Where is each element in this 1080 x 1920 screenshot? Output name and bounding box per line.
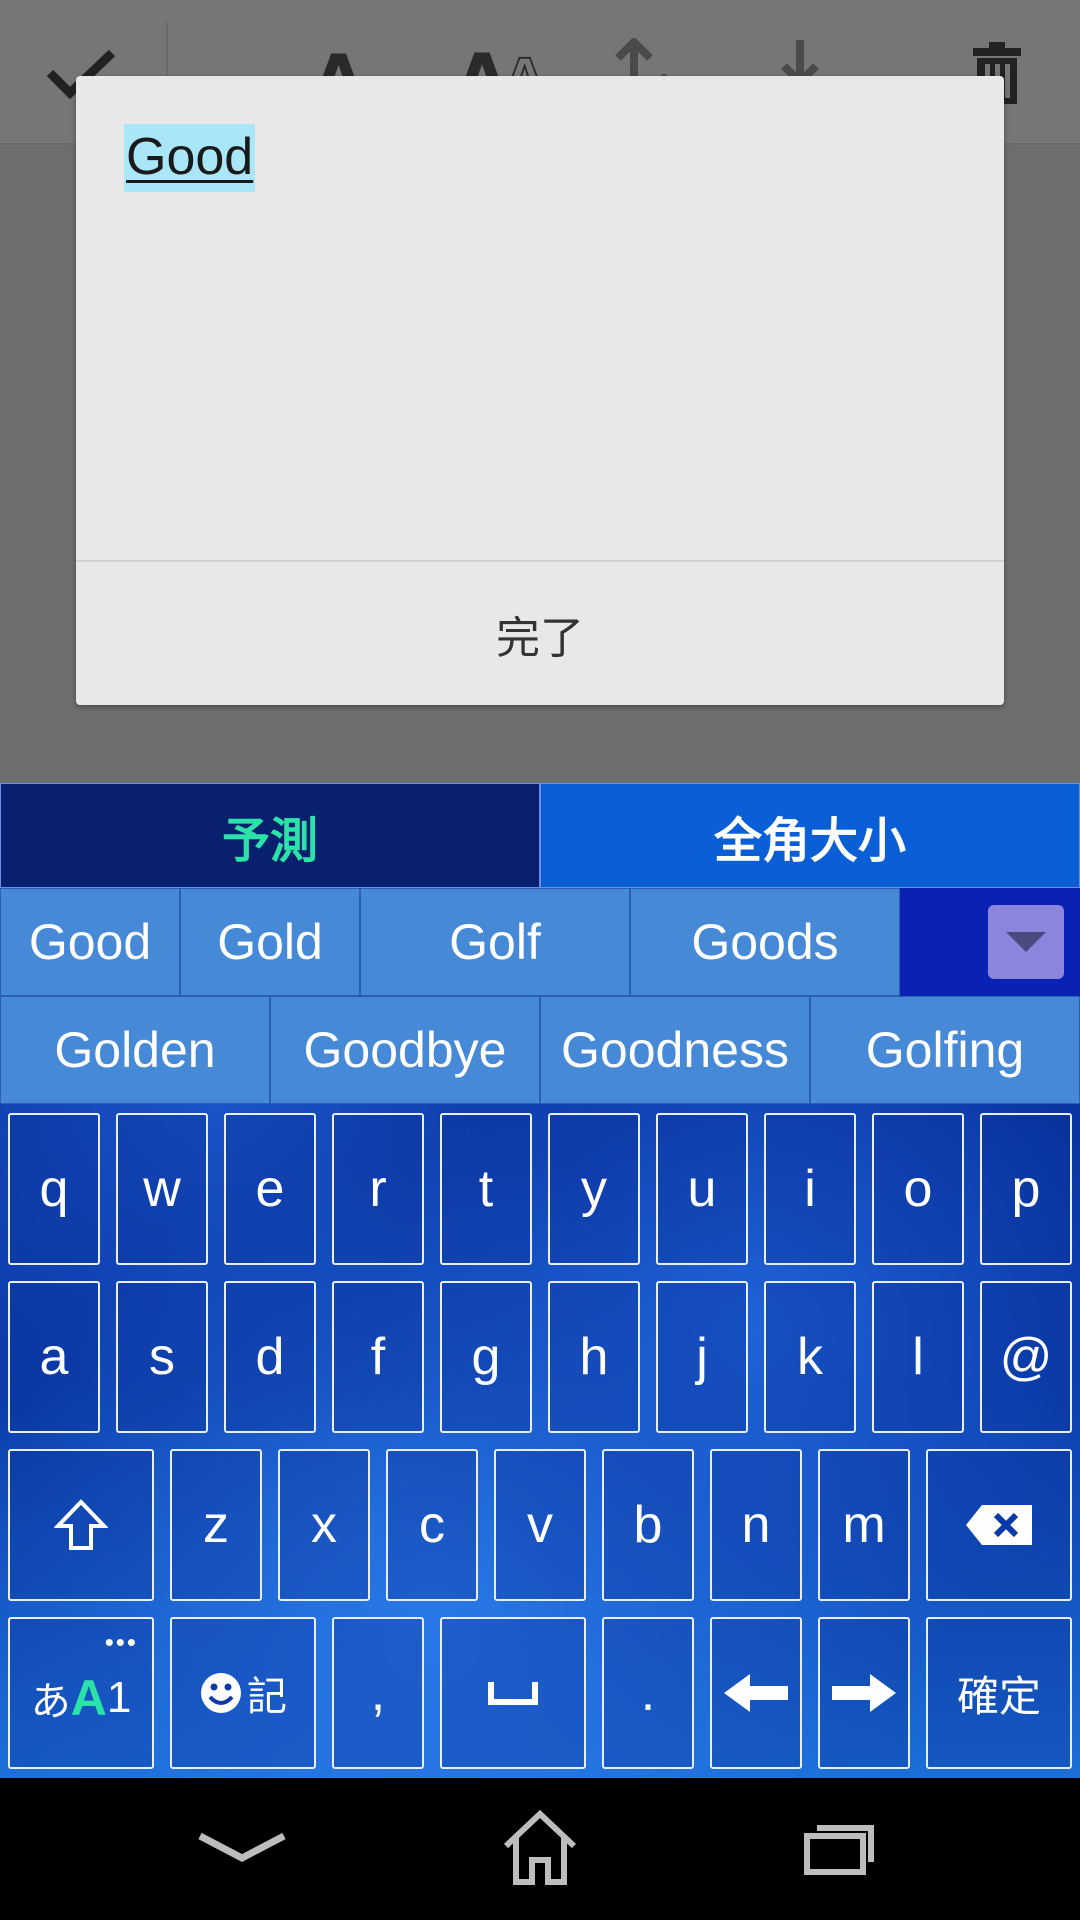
key-r[interactable]: r xyxy=(332,1113,424,1265)
candidate-expand-area xyxy=(900,888,1080,996)
key-a[interactable]: a xyxy=(8,1281,100,1433)
key-p[interactable]: p xyxy=(980,1113,1072,1265)
key-f[interactable]: f xyxy=(332,1281,424,1433)
recent-apps-icon[interactable] xyxy=(780,1798,900,1898)
home-icon[interactable] xyxy=(480,1798,600,1898)
key-m[interactable]: m xyxy=(818,1449,910,1601)
smiley-icon xyxy=(201,1673,241,1713)
backspace-icon xyxy=(966,1505,1032,1545)
key-e[interactable]: e xyxy=(224,1113,316,1265)
arrow-left-icon xyxy=(724,1674,788,1712)
key-s[interactable]: s xyxy=(116,1281,208,1433)
key-o[interactable]: o xyxy=(872,1113,964,1265)
key-j[interactable]: j xyxy=(656,1281,748,1433)
space-icon xyxy=(488,1682,538,1705)
candidate-item[interactable]: Goodness xyxy=(540,996,810,1104)
cursor-left-key[interactable] xyxy=(710,1617,802,1769)
backspace-key[interactable] xyxy=(926,1449,1072,1601)
mode-number-label: 1 xyxy=(106,1673,132,1722)
candidate-item[interactable]: Goodbye xyxy=(270,996,540,1104)
cursor-right-key[interactable] xyxy=(818,1617,910,1769)
expand-candidates-button[interactable] xyxy=(988,905,1064,979)
key-b[interactable]: b xyxy=(602,1449,694,1601)
key-q[interactable]: q xyxy=(8,1113,100,1265)
candidate-item[interactable]: Golfing xyxy=(810,996,1080,1104)
key-k[interactable]: k xyxy=(764,1281,856,1433)
comma-key[interactable]: , xyxy=(332,1617,424,1769)
mode-hiragana-label: あ xyxy=(30,1680,71,1724)
candidate-item[interactable]: Gold xyxy=(180,888,360,996)
done-button[interactable]: 完了 xyxy=(76,562,1004,705)
key-u[interactable]: u xyxy=(656,1113,748,1265)
candidate-item[interactable]: Good xyxy=(0,888,180,996)
emoji-symbol-key[interactable]: 記 xyxy=(170,1617,316,1769)
key-x[interactable]: x xyxy=(278,1449,370,1601)
key-l[interactable]: l xyxy=(872,1281,964,1433)
period-key[interactable]: . xyxy=(602,1617,694,1769)
dialog-text-input[interactable]: Good xyxy=(124,124,256,192)
key-z[interactable]: z xyxy=(170,1449,262,1601)
text-edit-dialog: Good 完了 xyxy=(76,76,1004,705)
back-icon[interactable] xyxy=(182,1798,302,1898)
system-nav-bar xyxy=(0,1778,1080,1920)
arrow-right-icon xyxy=(832,1674,896,1712)
key-t[interactable]: t xyxy=(440,1113,532,1265)
key-at[interactable]: @ xyxy=(980,1281,1072,1433)
candidate-item[interactable]: Golf xyxy=(360,888,630,996)
candidate-row-1: Good Gold Golf Goods xyxy=(0,888,1080,996)
input-mode-key[interactable]: あ A 1 ••• xyxy=(8,1617,154,1769)
key-i[interactable]: i xyxy=(764,1113,856,1265)
key-n[interactable]: n xyxy=(710,1449,802,1601)
candidate-item[interactable]: Goods xyxy=(630,888,900,996)
chevron-down-icon xyxy=(1006,932,1046,952)
key-c[interactable]: c xyxy=(386,1449,478,1601)
key-v[interactable]: v xyxy=(494,1449,586,1601)
shift-key[interactable] xyxy=(8,1449,154,1601)
tab-fullwidth-case[interactable]: 全角大小 xyxy=(540,783,1080,888)
candidate-item[interactable]: Golden xyxy=(0,996,270,1104)
candidate-row-2: Golden Goodbye Goodness Golfing xyxy=(0,996,1080,1104)
tab-prediction[interactable]: 予測 xyxy=(0,783,540,888)
key-w[interactable]: w xyxy=(116,1113,208,1265)
mode-alpha-label: A xyxy=(70,1670,107,1726)
symbol-label: 記 xyxy=(247,1675,287,1719)
key-y[interactable]: y xyxy=(548,1113,640,1265)
keyboard-tabs: 予測 全角大小 xyxy=(0,783,1080,888)
key-g[interactable]: g xyxy=(440,1281,532,1433)
shift-icon xyxy=(54,1499,108,1550)
key-h[interactable]: h xyxy=(548,1281,640,1433)
more-dots-icon: ••• xyxy=(104,1627,138,1657)
confirm-key[interactable]: 確定 xyxy=(926,1617,1072,1769)
space-key[interactable] xyxy=(440,1617,586,1769)
key-d[interactable]: d xyxy=(224,1281,316,1433)
soft-keyboard: 予測 全角大小 Good Gold Golf Goods Golden Good… xyxy=(0,783,1080,1778)
